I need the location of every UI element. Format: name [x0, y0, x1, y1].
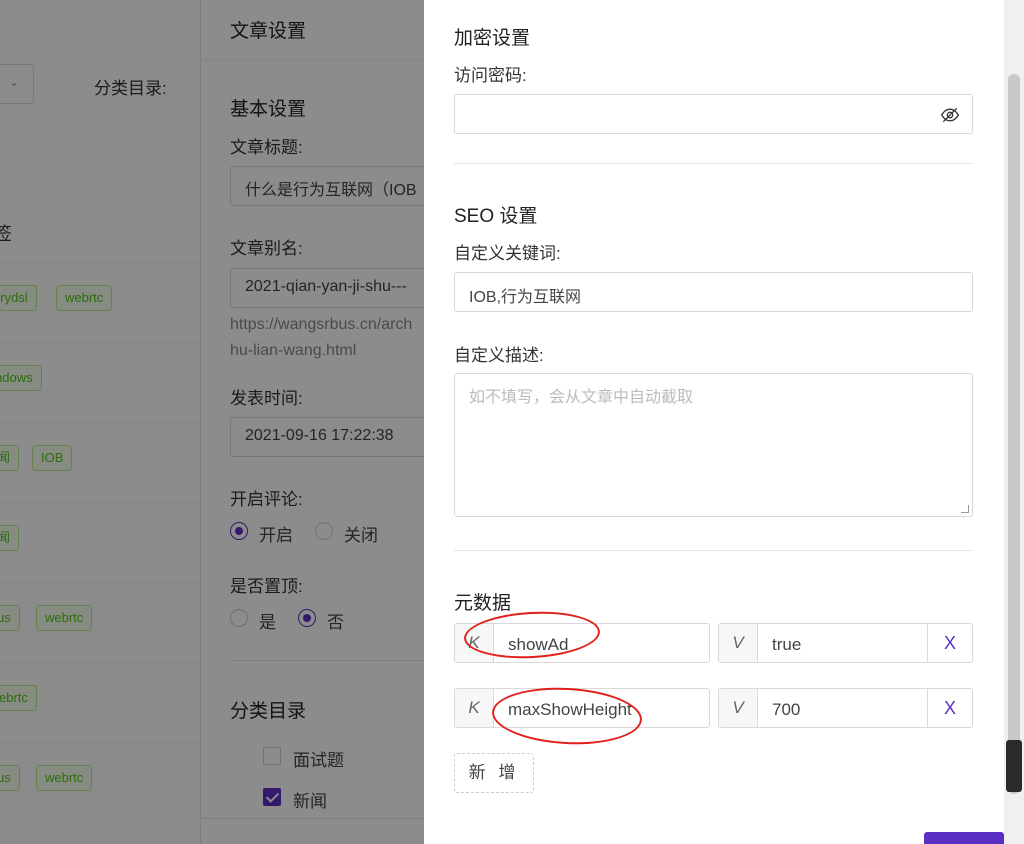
- scrollbar[interactable]: [1004, 0, 1024, 844]
- description-placeholder: 如不填写，会从文章中自动截取: [469, 389, 694, 406]
- save-button[interactable]: [924, 832, 1004, 844]
- seo-settings-title: SEO 设置: [454, 206, 538, 227]
- encrypt-settings-title: 加密设置: [454, 28, 531, 49]
- section-divider: [454, 550, 973, 551]
- overlay-widget: [1006, 740, 1022, 792]
- value-prefix: V: [718, 623, 758, 663]
- description-textarea[interactable]: 如不填写，会从文章中自动截取: [454, 373, 973, 517]
- add-meta-button[interactable]: 新 增: [454, 753, 534, 793]
- password-label: 访问密码:: [454, 66, 527, 85]
- modal-mask[interactable]: [0, 0, 424, 844]
- keywords-label: 自定义关键词:: [454, 244, 561, 263]
- scrollbar-thumb[interactable]: [1008, 74, 1020, 794]
- value-prefix: V: [718, 688, 758, 728]
- keywords-input[interactable]: IOB,行为互联网: [454, 272, 973, 312]
- key-prefix: K: [454, 688, 494, 728]
- meta-value-input[interactable]: 700: [757, 688, 928, 728]
- password-input[interactable]: [454, 94, 973, 134]
- description-label: 自定义描述:: [454, 346, 544, 365]
- section-divider: [454, 163, 973, 164]
- eye-off-icon[interactable]: [940, 105, 960, 125]
- advanced-settings-drawer: 加密设置 访问密码: SEO 设置 自定义关键词: IOB,行为互联网 自定义描…: [424, 0, 1004, 844]
- resize-handle[interactable]: [961, 505, 969, 513]
- delete-meta-button[interactable]: X: [927, 623, 973, 663]
- metadata-title: 元数据: [454, 593, 512, 614]
- delete-meta-button[interactable]: X: [927, 688, 973, 728]
- meta-value-input[interactable]: true: [757, 623, 928, 663]
